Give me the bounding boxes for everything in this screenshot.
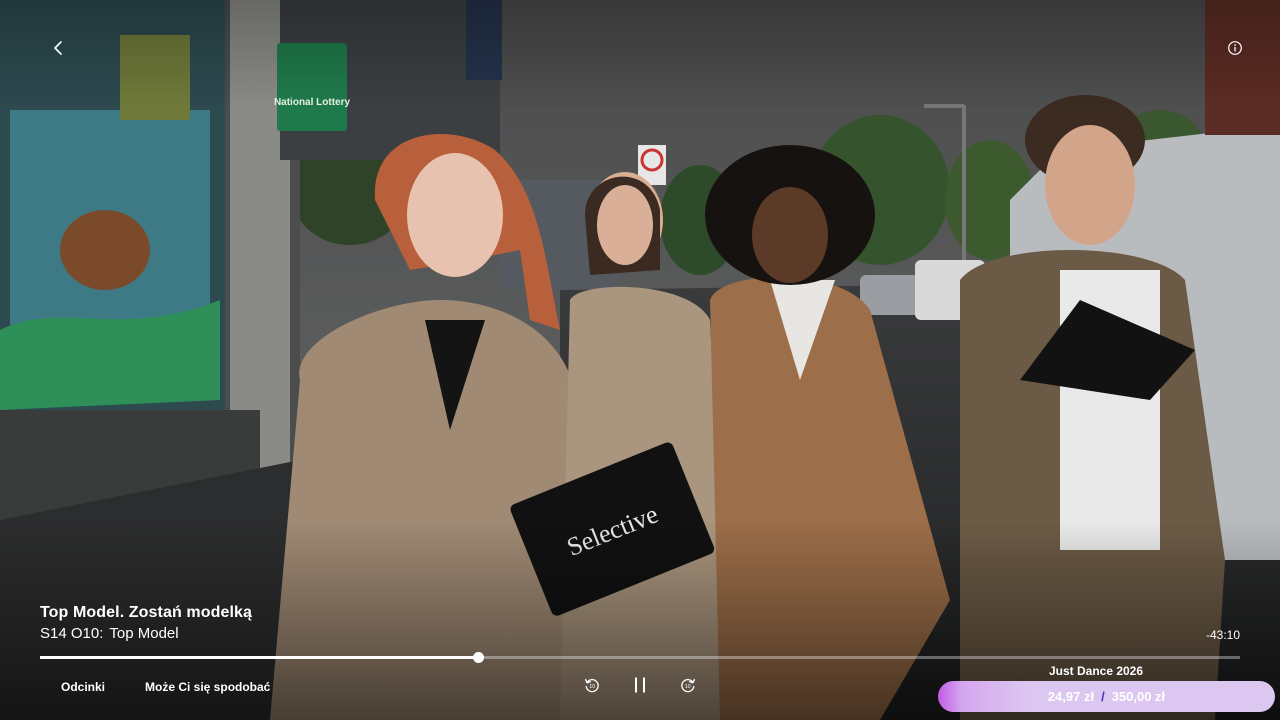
- rewind-10-icon: 10: [584, 678, 599, 693]
- episodes-button[interactable]: Odcinki: [61, 680, 105, 694]
- promo-raised: 24,97 zł: [1047, 689, 1095, 704]
- time-remaining: -43:10: [1205, 628, 1240, 642]
- progress-scrubber-handle[interactable]: [473, 652, 484, 663]
- promo-goal: 350,00 zł: [1111, 689, 1166, 704]
- recommendations-button[interactable]: Może Ci się spodobać: [145, 680, 270, 694]
- promo-separator: /: [1101, 689, 1105, 704]
- chevron-left-icon: [54, 41, 62, 55]
- episode-title: Top Model: [109, 625, 179, 642]
- back-button[interactable]: [44, 34, 72, 62]
- progress-fill: [40, 656, 478, 659]
- shop-sign-text: National Lottery: [274, 97, 351, 108]
- svg-text:10: 10: [685, 684, 691, 690]
- progress-bar[interactable]: [40, 652, 1240, 663]
- pause-icon: [635, 677, 645, 693]
- info-icon: [1228, 41, 1242, 55]
- info-button[interactable]: [1221, 34, 1249, 62]
- promo-title: Just Dance 2026: [1048, 664, 1144, 678]
- forward-button[interactable]: 10: [674, 670, 702, 700]
- pause-button[interactable]: [626, 670, 654, 700]
- svg-text:10: 10: [589, 684, 595, 690]
- rewind-button[interactable]: 10: [578, 670, 606, 700]
- forward-10-icon: 10: [681, 678, 696, 693]
- show-title: Top Model. Zostań modelką: [40, 604, 252, 621]
- episode-line: S14 O10: Top Model: [40, 625, 252, 642]
- episode-code: S14 O10:: [40, 625, 104, 642]
- promo-goal-bar[interactable]: 24,97 zł / 350,00 zł: [938, 681, 1275, 712]
- playback-controls: 10 10: [578, 670, 702, 700]
- title-block: Top Model. Zostań modelką S14 O10: Top Mo…: [40, 604, 252, 642]
